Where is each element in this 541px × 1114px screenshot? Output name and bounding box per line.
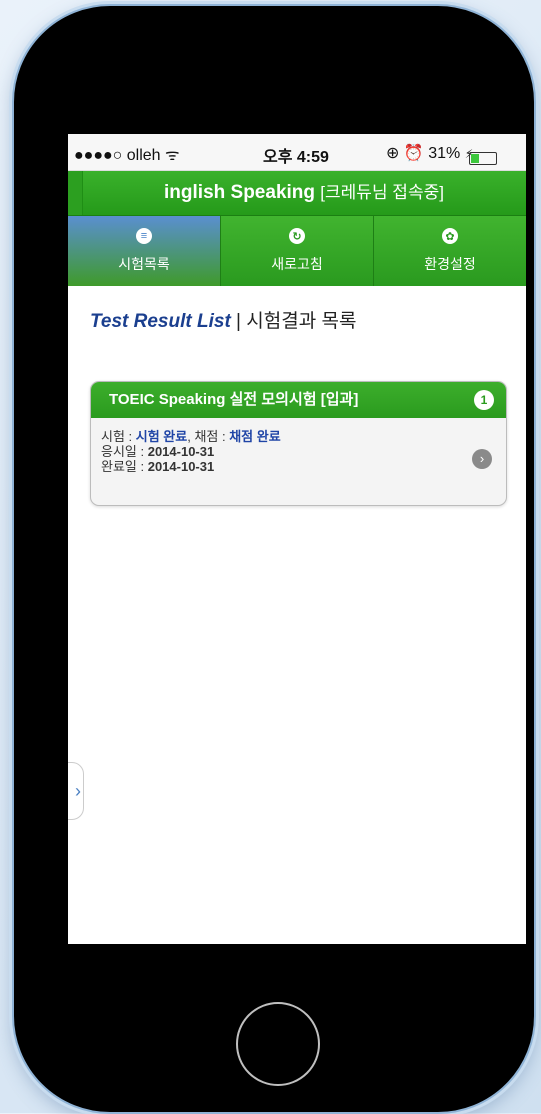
status-icons: ⊕ ⏰ 31% [386,145,461,162]
user-session-label: [크레듀님 접속중] [320,183,444,202]
exam-label: 시험 : [101,429,136,444]
done-date: 2014-10-31 [147,459,215,474]
app-title: inglish Speaking [164,182,316,203]
bottom-bar [68,944,526,974]
count-badge: 1 [474,390,494,410]
applied-date: 2014-10-31 [147,444,215,459]
tab-bar: ≡ 시험목록 ↻ 새로고침 ✿ 환경설정 [68,216,526,286]
title-left-strip [68,171,83,215]
tab-label: 환경설정 [424,256,476,272]
battery-icon [468,152,497,165]
done-label: 완료일 : [101,459,148,474]
score-label: , 채점 : [187,429,230,444]
page-title-ko: 시험결과 목록 [246,311,357,332]
applied-label: 응시일 : [101,444,148,459]
list-icon: ≡ [136,228,152,244]
carrier-label: ●●●●○ olleh ᯤ [74,147,180,164]
tab-refresh[interactable]: ↻ 새로고침 [221,216,374,286]
status-line: 시험 : 시험 완료, 채점 : 채점 완료 [101,429,496,444]
tab-exam-list[interactable]: ≡ 시험목록 [68,216,221,286]
chevron-right-icon[interactable]: › [472,449,492,469]
exam-status: 시험 완료 [135,429,188,444]
app-title-bar: inglish Speaking [크레듀님 접속중] [68,171,526,216]
status-right: ⊕ ⏰ 31% ⚡ [386,143,497,165]
card-header: TOEIC Speaking 실전 모의시험 [입과] 1 [91,382,506,418]
app-screen: ●●●●○ olleh ᯤ 오후 4:59 ⊕ ⏰ 31% ⚡ inglish … [68,134,526,974]
clock: 오후 4:59 [263,149,329,166]
page-title-en: Test Result List [90,311,231,332]
page-title: Test Result List | 시험결과 목록 [90,306,526,333]
test-result-card[interactable]: TOEIC Speaking 실전 모의시험 [입과] 1 시험 : 시험 완료… [90,381,507,506]
card-body: 시험 : 시험 완료, 채점 : 채점 완료 응시일 : 2014-10-31 … [91,418,506,485]
refresh-icon: ↻ [289,228,305,244]
page-title-sep: | [230,311,247,332]
completed-date-line: 완료일 : 2014-10-31 [101,459,496,474]
score-status: 채점 완료 [229,429,281,444]
applied-date-line: 응시일 : 2014-10-31 [101,444,496,459]
tab-settings[interactable]: ✿ 환경설정 [374,216,526,286]
tab-label: 시험목록 [118,256,170,272]
card-title: TOEIC Speaking 실전 모의시험 [입과] [109,391,359,408]
side-drawer-handle[interactable]: › [68,762,84,820]
status-bar: ●●●●○ olleh ᯤ 오후 4:59 ⊕ ⏰ 31% ⚡ [68,134,526,171]
gear-icon: ✿ [442,228,458,244]
phone-frame: ●●●●○ olleh ᯤ 오후 4:59 ⊕ ⏰ 31% ⚡ inglish … [12,4,536,1114]
home-button[interactable] [236,1002,320,1086]
tab-label: 새로고침 [271,256,323,272]
